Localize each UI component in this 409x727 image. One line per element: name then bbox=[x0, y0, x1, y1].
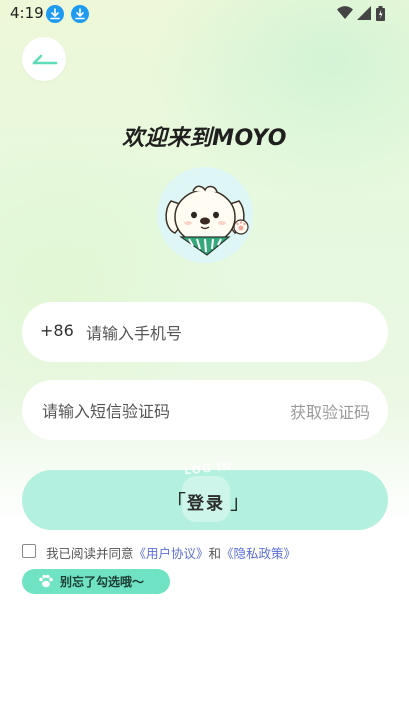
battery-icon bbox=[376, 6, 385, 21]
download-icon bbox=[71, 5, 89, 23]
paw-icon bbox=[39, 574, 53, 588]
wifi-icon bbox=[337, 6, 353, 19]
agreement-conjunction: 和 bbox=[208, 546, 222, 561]
page-title: 欢迎来到MOYO bbox=[122, 126, 287, 151]
login-bracket-left: 「 bbox=[166, 490, 186, 514]
agreement-reminder-tip: 别忘了勾选哦～ bbox=[22, 569, 170, 594]
login-bracket-right: 」 bbox=[230, 490, 250, 514]
phone-field: +86 bbox=[22, 302, 388, 364]
login-button[interactable]: LOG IN 「 登录 」 bbox=[22, 460, 388, 530]
status-time: 4:19 bbox=[10, 4, 44, 22]
back-arrow-icon bbox=[32, 54, 58, 65]
sms-code-input[interactable] bbox=[40, 380, 274, 442]
agreement-prefix: 我已阅读并同意 bbox=[46, 546, 134, 561]
sms-code-field: 获取验证码 bbox=[22, 380, 388, 442]
avatar bbox=[157, 167, 253, 263]
privacy-policy-link[interactable]: 《隐私政策》 bbox=[221, 546, 296, 561]
get-code-button[interactable]: 获取验证码 bbox=[290, 399, 370, 423]
download-icon bbox=[46, 5, 64, 23]
login-decoration-text: LOG IN bbox=[183, 459, 233, 478]
agreement-checkbox[interactable] bbox=[22, 544, 36, 558]
user-agreement-link[interactable]: 《用户协议》 bbox=[134, 546, 209, 561]
agreement-text: 我已阅读并同意《用户协议》和《隐私政策》 bbox=[46, 543, 296, 562]
status-bar: 4:19 bbox=[0, 0, 409, 28]
country-code[interactable]: +86 bbox=[40, 321, 74, 340]
reminder-text: 别忘了勾选哦～ bbox=[60, 575, 145, 589]
puppy-mascot-icon bbox=[165, 185, 249, 256]
phone-input[interactable] bbox=[84, 302, 368, 364]
signal-icon bbox=[357, 6, 371, 20]
back-button[interactable] bbox=[22, 37, 66, 81]
login-label: 登录 bbox=[187, 494, 225, 514]
